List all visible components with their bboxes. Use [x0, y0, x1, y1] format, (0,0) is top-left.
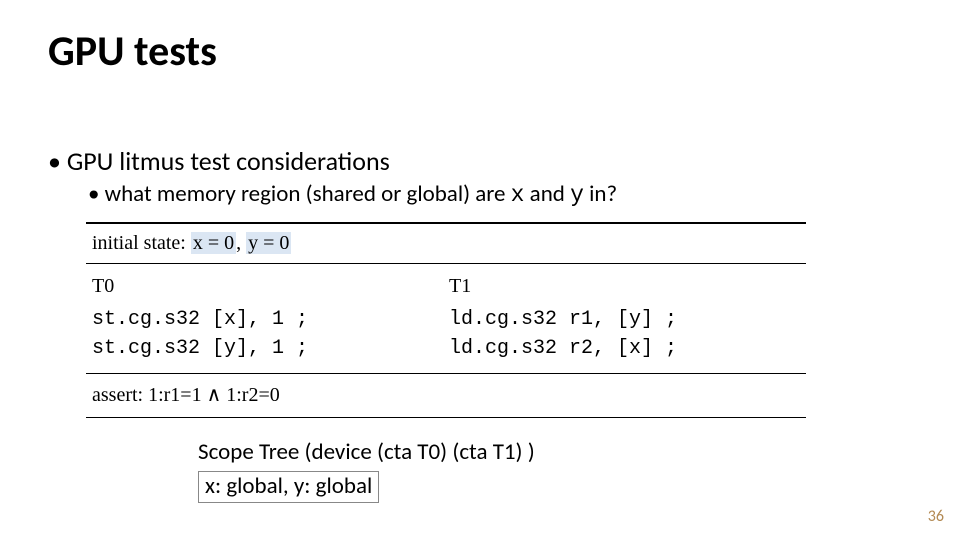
- page-number: 36: [928, 507, 944, 526]
- bullet2-prefix: what memory region (shared or global) ar…: [105, 180, 511, 208]
- comma: ,: [236, 232, 246, 254]
- litmus-figure: initial state: x = 0, y = 0 T0 st.cg.s32…: [86, 222, 806, 418]
- bullet-level1: • GPU litmus test considerations: [48, 145, 390, 177]
- init-y: y = 0: [246, 232, 291, 254]
- assert-row: assert: 1:r1=1 ∧ 1:r2=0: [86, 374, 806, 417]
- bullet2-post: in?: [589, 180, 617, 208]
- t1-line1: ld.cg.s32 r1, [y] ;: [449, 305, 806, 334]
- initial-state-row: initial state: x = 0, y = 0: [86, 224, 806, 263]
- thread-table: T0 st.cg.s32 [x], 1 ; st.cg.s32 [y], 1 ;…: [86, 264, 806, 373]
- t0-line2: st.cg.s32 [y], 1 ;: [92, 334, 449, 363]
- t0-line1: st.cg.s32 [x], 1 ;: [92, 305, 449, 334]
- t1-header: T1: [449, 272, 806, 301]
- scope-tree: Scope Tree (device (cta T0) (cta T1) ): [198, 438, 535, 466]
- col-t1: T1 ld.cg.s32 r1, [y] ; ld.cg.s32 r2, [x]…: [449, 272, 806, 363]
- slide-title: GPU tests: [48, 26, 217, 77]
- bullet-level2: • what memory region (shared or global) …: [88, 180, 617, 208]
- var-x: x: [511, 182, 525, 208]
- memory-region-box: x: global, y: global: [198, 471, 379, 503]
- t1-line2: ld.cg.s32 r2, [x] ;: [449, 334, 806, 363]
- rule-bottom: [86, 417, 806, 418]
- initial-label: initial state:: [92, 232, 191, 254]
- t0-header: T0: [92, 272, 449, 301]
- var-y: y: [570, 182, 584, 208]
- bullet1-text: GPU litmus test considerations: [67, 145, 390, 177]
- init-x: x = 0: [191, 232, 236, 254]
- col-t0: T0 st.cg.s32 [x], 1 ; st.cg.s32 [y], 1 ;: [92, 272, 449, 363]
- bullet2-mid: and: [530, 180, 570, 208]
